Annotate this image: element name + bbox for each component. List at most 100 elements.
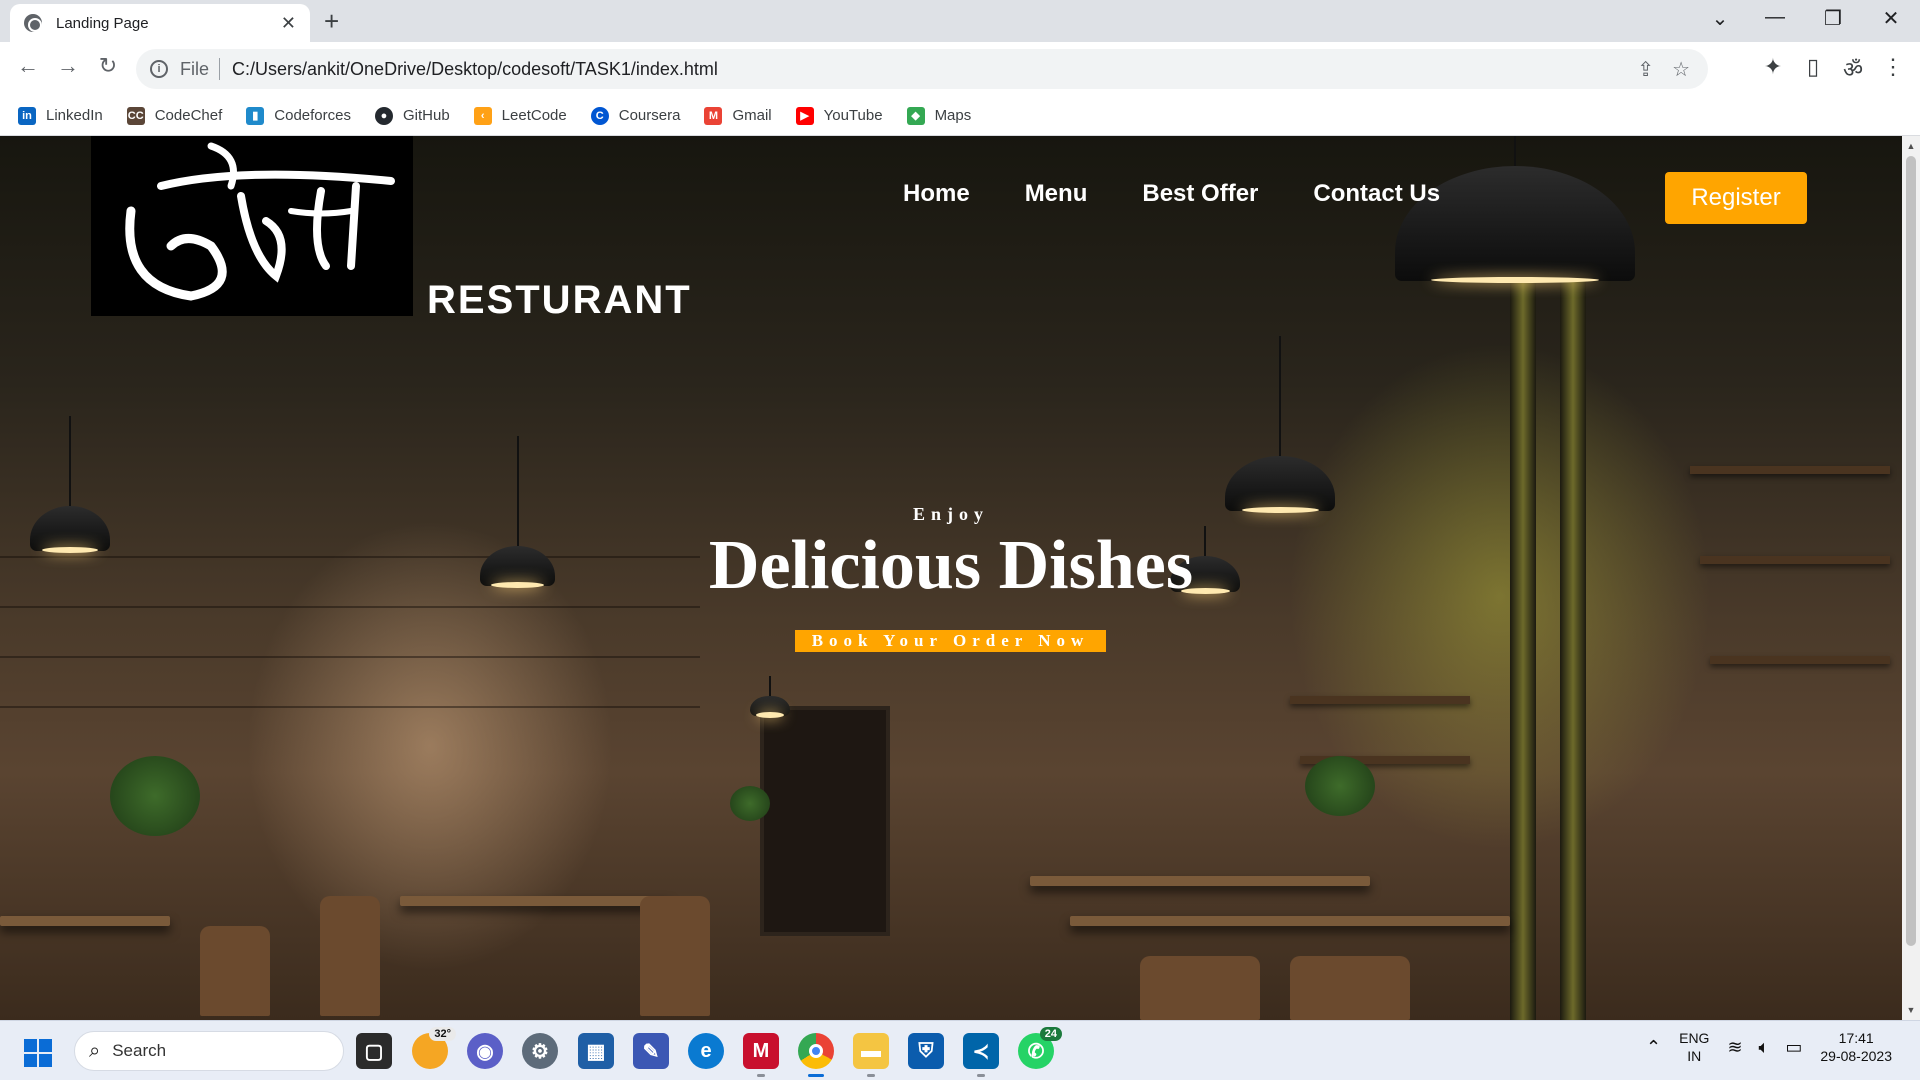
globe-icon	[24, 14, 42, 32]
codechef-icon: CC	[126, 106, 145, 125]
url-text[interactable]: C:/Users/ankit/OneDrive/Desktop/codesoft…	[232, 59, 1637, 80]
windows-start-icon[interactable]	[24, 1039, 52, 1067]
defender-shield-icon[interactable]: ⛨	[908, 1033, 944, 1069]
weather-temp: 32°	[429, 1027, 456, 1041]
date: 29-08-2023	[1820, 1048, 1892, 1064]
chair	[200, 926, 270, 1016]
store-icon[interactable]: ▦	[578, 1033, 614, 1069]
chat-icon[interactable]: ◉	[467, 1033, 503, 1069]
potted-plant	[1305, 756, 1375, 816]
back-icon[interactable]: ←	[12, 53, 44, 79]
clock[interactable]: 17:41 29-08-2023	[1820, 1029, 1892, 1065]
tab-search-icon[interactable]: ⌄	[1700, 6, 1740, 31]
reload-icon[interactable]: ↻	[92, 53, 124, 79]
bookmark-linkedin[interactable]: in LinkedIn	[18, 106, 103, 125]
bookmark-codeforces[interactable]: ▮ Codeforces	[246, 106, 351, 125]
dining-table	[1070, 916, 1510, 926]
bookmark-label: GitHub	[402, 107, 450, 124]
wall-shelf	[1690, 466, 1890, 474]
language-indicator[interactable]: ENG IN	[1679, 1029, 1709, 1065]
page-scrollbar[interactable]: ▲ ▼	[1902, 136, 1920, 1020]
bookmark-star-icon[interactable]: ☆	[1672, 57, 1690, 82]
dining-table	[400, 896, 670, 906]
system-tray: ⌃ ENG IN ≋ 🔈︎ ▭ 17:41 29-08-2023	[1638, 1029, 1902, 1065]
register-button[interactable]: Register	[1665, 172, 1807, 224]
bookmark-maps[interactable]: ◆ Maps	[906, 106, 971, 125]
battery-icon[interactable]: ▭	[1785, 1037, 1802, 1058]
nav-home[interactable]: Home	[903, 180, 970, 208]
menu-kebab-icon[interactable]: ⋮	[1876, 54, 1910, 80]
volume-icon[interactable]: 🔈︎	[1759, 1037, 1770, 1058]
bookmark-leetcode[interactable]: ‹ LeetCode	[473, 106, 567, 125]
restore-button[interactable]: ❐	[1813, 6, 1853, 31]
vscode-icon[interactable]: ≺	[963, 1033, 999, 1077]
bookmark-label: LinkedIn	[46, 107, 103, 124]
tray-overflow-icon[interactable]: ⌃	[1646, 1037, 1661, 1058]
tab-landing-page[interactable]: Landing Page ✕	[10, 4, 310, 42]
bookmarks-bar: in LinkedIn CC CodeChef ▮ Codeforces ● GitHu…	[0, 96, 1920, 136]
mcafee-icon[interactable]: M	[743, 1033, 779, 1077]
wood-pillar	[1510, 276, 1536, 1020]
tab-title: Landing Page	[56, 14, 149, 32]
minimize-button[interactable]: —	[1755, 6, 1795, 29]
profile-om-icon[interactable]: ॐ	[1836, 54, 1870, 84]
codeforces-icon: ▮	[246, 106, 265, 125]
bookmark-youtube[interactable]: ▶ YouTube	[795, 106, 883, 125]
edge-icon[interactable]: e	[688, 1033, 724, 1069]
lang-top: ENG	[1679, 1030, 1710, 1046]
close-tab-icon[interactable]: ✕	[281, 13, 296, 34]
chrome-icon[interactable]	[798, 1033, 834, 1077]
chair	[1290, 956, 1410, 1020]
wall-stripe	[0, 656, 700, 658]
task-view-icon[interactable]: ▢	[356, 1033, 392, 1069]
whatsapp-icon[interactable]: ✆ 24	[1018, 1027, 1062, 1069]
page-viewport: RESTURANT Home Menu Best Offer Contact U…	[0, 136, 1902, 1020]
wall-shelf	[1710, 656, 1890, 664]
maps-icon: ◆	[906, 106, 925, 125]
nav-best-offer[interactable]: Best Offer	[1142, 180, 1258, 208]
taskbar: ⌕ Search ▢ 32° ◉ ⚙ ▦ ✎ e M ▬ ⛨ ≺ ✆ 24 ⌃ E…	[0, 1020, 1920, 1080]
info-icon[interactable]: i	[150, 60, 168, 78]
close-window-button[interactable]: ✕	[1871, 6, 1911, 31]
settings-gear-icon[interactable]: ⚙	[522, 1033, 558, 1069]
divider	[219, 58, 221, 80]
book-order-button[interactable]: Book Your Order Now	[795, 630, 1106, 652]
pendant-lamp	[750, 676, 790, 718]
share-icon[interactable]: ⇪	[1637, 57, 1654, 82]
bookmark-codechef[interactable]: CC CodeChef	[126, 106, 223, 125]
weather-icon[interactable]: 32°	[412, 1027, 456, 1069]
url-scheme: File	[180, 58, 210, 79]
gmail-icon: M	[704, 106, 723, 125]
search-icon: ⌕	[89, 1039, 101, 1062]
new-tab-button[interactable]: +	[324, 6, 339, 37]
editor-icon[interactable]: ✎	[633, 1033, 669, 1069]
logo[interactable]	[91, 136, 413, 316]
address-bar[interactable]: i File C:/Users/ankit/OneDrive/Desktop/c…	[136, 49, 1708, 89]
youtube-icon: ▶	[795, 106, 814, 125]
coursera-icon: C	[590, 106, 609, 125]
bookmark-github[interactable]: ● GitHub	[374, 106, 450, 125]
wifi-icon[interactable]: ≋	[1727, 1037, 1742, 1058]
search-placeholder: Search	[112, 1041, 167, 1060]
chair	[1140, 956, 1260, 1020]
dining-table	[1030, 876, 1370, 886]
brand-name: RESTURANT	[427, 278, 692, 322]
nav-menu[interactable]: Menu	[1025, 180, 1088, 208]
bookmark-label: YouTube	[823, 107, 883, 124]
forward-icon[interactable]: →	[52, 53, 84, 79]
extensions-icon[interactable]: ✦	[1756, 54, 1790, 80]
wall-shelf	[1290, 696, 1470, 704]
file-explorer-icon[interactable]: ▬	[853, 1033, 889, 1077]
scroll-up-icon[interactable]: ▲	[1902, 138, 1920, 154]
scroll-down-icon[interactable]: ▼	[1902, 1002, 1920, 1018]
time: 17:41	[1838, 1030, 1874, 1046]
bookmark-gmail[interactable]: M Gmail	[704, 106, 772, 125]
scroll-thumb[interactable]	[1906, 156, 1916, 946]
side-panel-icon[interactable]: ▯	[1796, 54, 1830, 80]
bookmark-coursera[interactable]: C Coursera	[590, 106, 680, 125]
bookmark-label: CodeChef	[154, 107, 223, 124]
linkedin-icon: in	[18, 106, 36, 125]
wall-stripe	[0, 606, 700, 608]
nav-contact-us[interactable]: Contact Us	[1313, 180, 1440, 208]
taskbar-search[interactable]: ⌕ Search	[74, 1031, 344, 1071]
